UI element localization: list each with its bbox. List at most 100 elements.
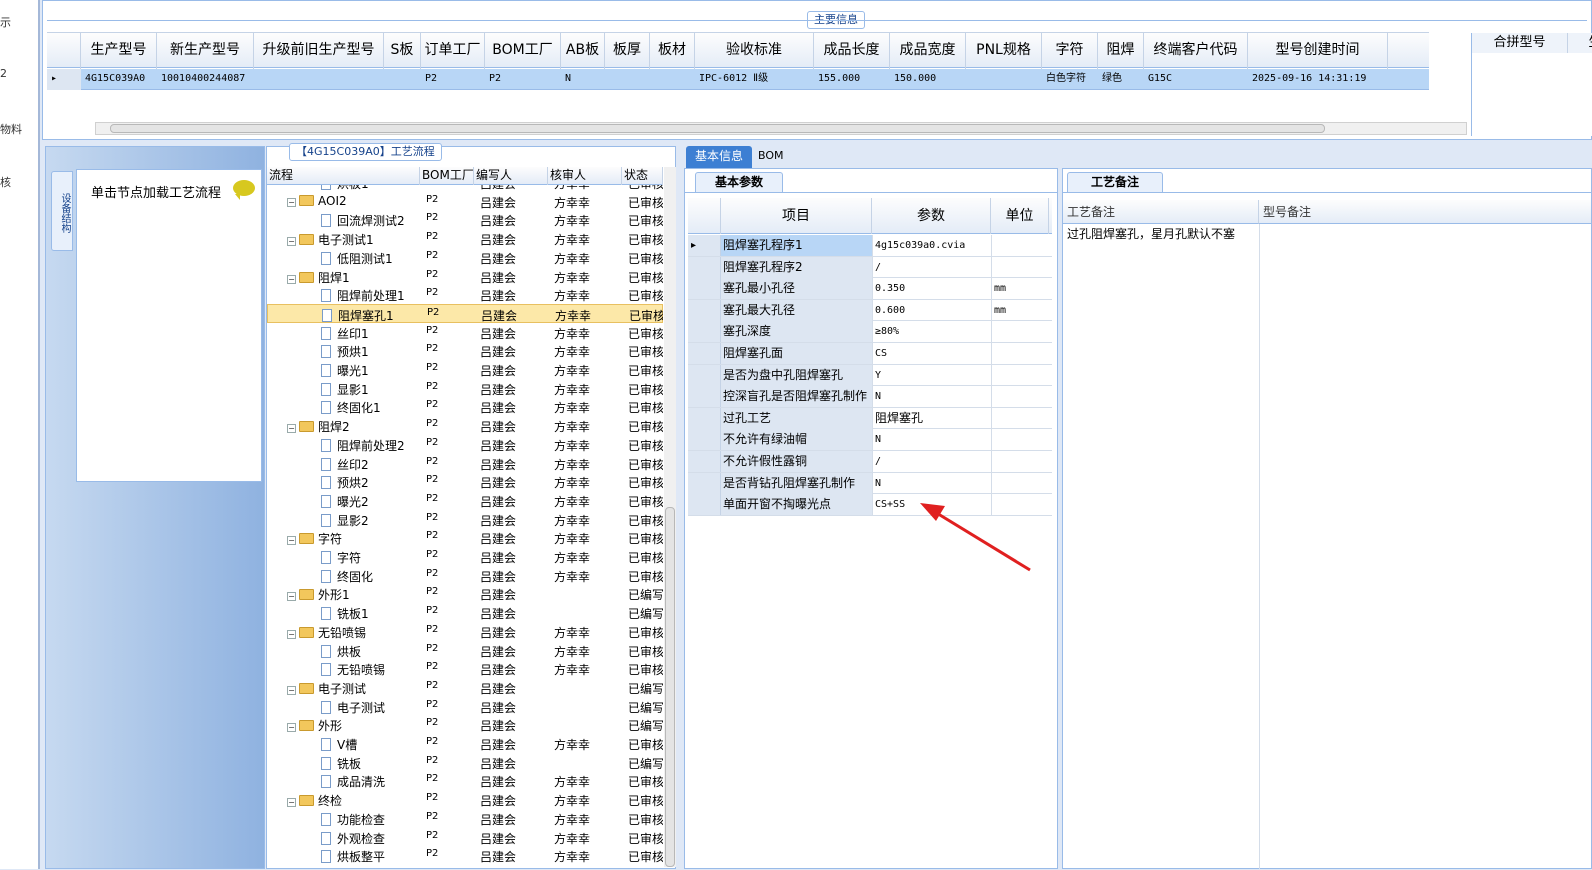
device-structure-tab[interactable]: 设备结构 (51, 171, 73, 251)
flow-tree-vscroll[interactable] (664, 167, 676, 867)
flow-tree-row[interactable]: 烘板 P2 吕建会 方幸幸 已审核 (267, 641, 663, 660)
flow-node[interactable]: 曝光2 (321, 493, 420, 510)
cell[interactable]: N (561, 69, 605, 90)
param-row[interactable]: 是否为盘中孔阻焊塞孔 Y (688, 364, 1052, 387)
cell[interactable]: 白色字符 (1042, 69, 1098, 90)
param-value[interactable]: CS (872, 343, 991, 364)
flow-tree-row[interactable]: − 电子测试1 P2 吕建会 方幸幸 已审核 (267, 229, 663, 248)
param-value[interactable]: 0.600 (872, 299, 991, 321)
flow-node[interactable]: 丝印1 (321, 325, 420, 342)
vscroll-thumb[interactable] (665, 507, 675, 867)
param-item[interactable]: 是否为盘中孔阻焊塞孔 (721, 364, 872, 386)
flow-tree-row[interactable]: 曝光2 P2 吕建会 方幸幸 已审核 (267, 491, 663, 510)
param-item[interactable]: 塞孔深度 (721, 321, 872, 343)
cell[interactable]: IPC-6012 Ⅱ级 (695, 69, 814, 90)
main-grid-row[interactable]: ▸ 4G15C039A0 10010400244087 P2 P2 N IPC-6012 Ⅱ… (47, 69, 1429, 90)
flow-tree-row[interactable]: 终固化1 P2 吕建会 方幸幸 已审核 (267, 397, 663, 416)
param-item[interactable]: 阻焊塞孔程序1 (721, 235, 872, 256)
column-header[interactable]: 阻焊 (1098, 33, 1144, 69)
flow-tree-row[interactable]: 阻焊塞孔1 P2 吕建会 方幸幸 已审核 (267, 303, 663, 323)
param-value[interactable]: CS+SS (872, 494, 991, 516)
left-nav-item-2[interactable]: 物料 (0, 121, 22, 137)
tab-process-remarks[interactable]: 工艺备注 (1067, 172, 1163, 192)
param-item[interactable]: 阻焊塞孔程序2 (721, 256, 872, 278)
column-header[interactable]: 型号创建时间 (1248, 33, 1388, 69)
flow-tree-row[interactable]: 丝印1 P2 吕建会 方幸幸 已审核 (267, 323, 663, 342)
tab-basic-params[interactable]: 基本参数 (695, 172, 783, 192)
flow-node[interactable]: 终固化1 (321, 399, 420, 416)
param-row[interactable]: 单面开窗不掏曝光点 CS+SS (688, 494, 1052, 516)
cell[interactable]: 绿色 (1098, 69, 1144, 90)
flow-tree-row[interactable]: 终固化 P2 吕建会 方幸幸 已审核 (267, 566, 663, 585)
flow-node[interactable]: 功能检查 (321, 811, 420, 828)
flow-tree-row[interactable]: 显影1 P2 吕建会 方幸幸 已审核 (267, 379, 663, 398)
param-row[interactable]: 塞孔深度 ≥80% (688, 321, 1052, 343)
flow-tree-row[interactable]: 曝光1 P2 吕建会 方幸幸 已审核 (267, 360, 663, 379)
param-column-header[interactable]: 单位 (991, 198, 1049, 234)
flow-node[interactable]: − 电子测试1 (287, 231, 420, 248)
flow-tree-row[interactable]: 预烘2 P2 吕建会 方幸幸 已审核 (267, 472, 663, 491)
param-item[interactable]: 不允许假性露铜 (721, 451, 872, 472)
flow-tree-row[interactable]: − 阻焊2 P2 吕建会 方幸幸 已审核 (267, 416, 663, 435)
flow-node[interactable]: 回流焊测试2 (321, 212, 420, 229)
main-grid-hscroll[interactable] (95, 122, 1467, 135)
flow-tree-row[interactable]: 烘板1P2吕建会方幸幸已审核 (267, 185, 663, 192)
flow-node[interactable]: 电子测试 (321, 699, 420, 716)
flow-tree-row[interactable]: 铣板1 P2 吕建会 已编写 (267, 603, 663, 622)
flow-tree-row[interactable]: − 字符 P2 吕建会 方幸幸 已审核 (267, 528, 663, 547)
merge-model-header-2[interactable]: 生产 (1568, 33, 1592, 53)
column-header[interactable]: AB板 (561, 33, 605, 69)
left-nav-item-0[interactable]: 示 (0, 14, 11, 30)
flow-column-header[interactable]: 流程 (267, 167, 420, 185)
flow-node[interactable]: − 阻焊1 (287, 269, 420, 286)
column-header[interactable]: 订单工厂 (421, 33, 485, 69)
param-value[interactable]: ≥80% (872, 321, 991, 343)
flow-node[interactable]: − 电子测试 (287, 680, 420, 697)
param-row[interactable]: 控深盲孔是否阻焊塞孔制作 N (688, 386, 1052, 408)
param-value[interactable]: N (872, 429, 991, 451)
param-item[interactable]: 塞孔最小孔径 (721, 278, 872, 300)
column-header[interactable]: 新生产型号 (157, 33, 254, 69)
flow-node[interactable]: 预烘1 (321, 343, 420, 360)
process-remark-text[interactable]: 过孔阻焊塞孔，星月孔默认不塞 (1067, 225, 1235, 242)
column-header[interactable]: 终端客户代码 (1144, 33, 1248, 69)
param-row[interactable]: 塞孔最小孔径 0.350 mm (688, 278, 1052, 300)
param-row[interactable]: 不允许假性露铜 / (688, 451, 1052, 473)
flow-node[interactable]: − 阻焊2 (287, 418, 420, 435)
flow-node[interactable]: 低阻测试1 (321, 250, 420, 267)
merge-model-header[interactable]: 合拼型号 (1472, 33, 1568, 53)
flow-node[interactable]: 无铅喷锡 (321, 661, 420, 678)
cell[interactable] (650, 69, 695, 90)
cell[interactable]: 10010400244087 (157, 69, 254, 90)
flow-node[interactable]: V槽 (321, 736, 420, 753)
collapse-toggle-icon[interactable]: − (287, 798, 296, 808)
flow-node[interactable]: − 终检 (287, 792, 420, 809)
param-item[interactable]: 过孔工艺 (721, 407, 872, 429)
param-row[interactable]: ▸ 阻焊塞孔程序1 4g15c039a0.cvia (688, 235, 1052, 257)
flow-tree-row[interactable]: 回流焊测试2 P2 吕建会 方幸幸 已审核 (267, 210, 663, 229)
collapse-toggle-icon[interactable]: − (287, 424, 296, 434)
column-header[interactable]: 板厚 (605, 33, 650, 69)
collapse-toggle-icon[interactable]: − (287, 274, 296, 284)
flow-node[interactable]: 阻焊前处理2 (321, 437, 420, 454)
param-column-header[interactable]: 项目 (721, 198, 872, 234)
param-item[interactable]: 不允许有绿油帽 (721, 429, 872, 451)
cell[interactable] (384, 69, 421, 90)
flow-tree-row[interactable]: V槽 P2 吕建会 方幸幸 已审核 (267, 734, 663, 753)
param-row[interactable]: 塞孔最大孔径 0.600 mm (688, 299, 1052, 322)
param-value[interactable]: / (872, 256, 991, 278)
flow-tree-row[interactable]: − 无铅喷锡 P2 吕建会 方幸幸 已审核 (267, 622, 663, 641)
flow-tree-row[interactable]: 电子测试 P2 吕建会 已编写 (267, 697, 663, 716)
cell[interactable]: 150.000 (890, 69, 966, 90)
flow-tree-row[interactable]: 字符 P2 吕建会 方幸幸 已审核 (267, 547, 663, 566)
flow-node[interactable]: − AOI2 (287, 194, 420, 208)
flow-node[interactable]: 烘板 (321, 643, 420, 660)
tab-basic-info[interactable]: 基本信息 (686, 146, 752, 168)
flow-node[interactable]: 终固化 (321, 568, 420, 585)
flow-column-header[interactable]: 核审人 (548, 167, 622, 185)
flow-node[interactable]: 显影1 (321, 381, 420, 398)
flow-column-header[interactable]: 编写人 (474, 167, 548, 185)
column-header[interactable]: 生产型号 (81, 33, 157, 69)
flow-tree-row[interactable]: 低阻测试1 P2 吕建会 方幸幸 已审核 (267, 248, 663, 267)
param-item[interactable]: 是否背钻孔阻焊塞孔制作 (721, 472, 872, 494)
